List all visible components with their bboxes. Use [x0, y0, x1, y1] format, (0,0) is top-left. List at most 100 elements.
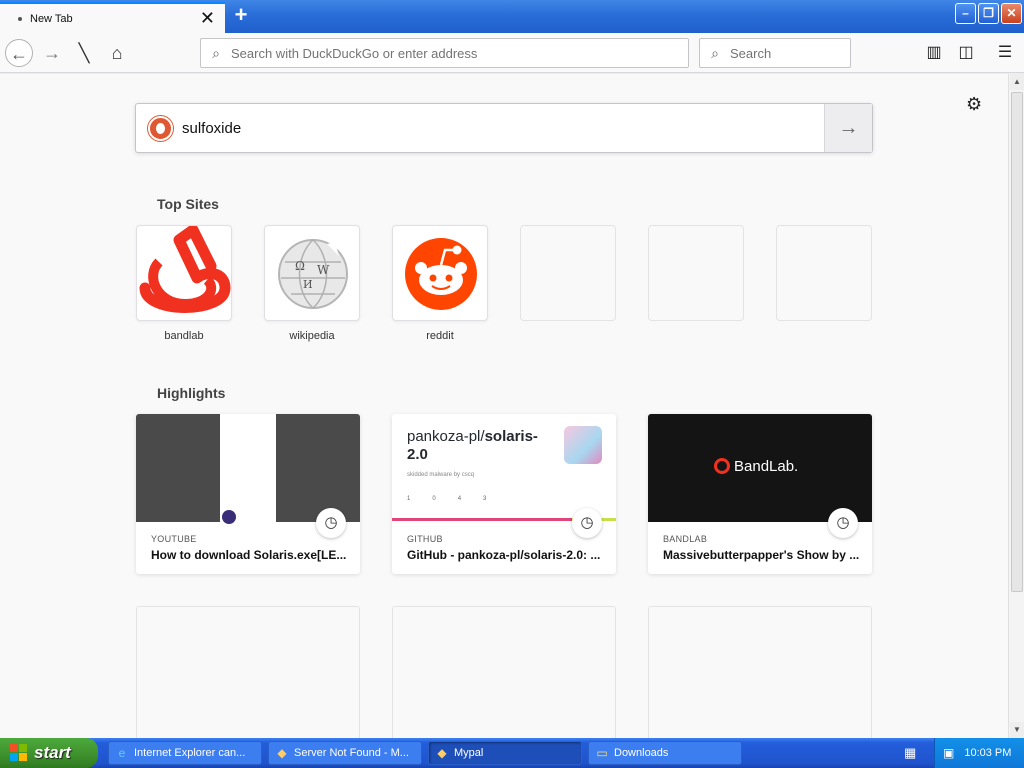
library-icon[interactable]: ▥ — [920, 39, 948, 67]
scroll-down-arrow-icon[interactable]: ▼ — [1010, 722, 1024, 738]
taskbar-item-label: Server Not Found - M... — [294, 747, 409, 759]
scrollbar-thumb[interactable] — [1011, 92, 1023, 592]
duckduckgo-icon — [148, 116, 173, 141]
thumb-repo-version: 2.0 — [407, 446, 428, 463]
menu-icon[interactable]: ☰ — [991, 39, 1019, 67]
thumb-stat: 0 — [432, 496, 436, 502]
stop-button[interactable]: ╲ — [70, 39, 98, 67]
folder-icon: ▭ — [596, 746, 608, 760]
windows-flag-icon — [10, 744, 28, 762]
highlight-source: GITHUB — [407, 534, 443, 544]
highlight-title: How to download Solaris.exe[LE... — [151, 548, 347, 562]
svg-text:W: W — [317, 263, 330, 277]
taskbar-item-internet-explorer[interactable]: e Internet Explorer can... — [108, 741, 262, 765]
taskbar-item-downloads[interactable]: ▭ Downloads — [588, 741, 742, 765]
scroll-up-arrow-icon[interactable]: ▲ — [1010, 74, 1024, 90]
highlights-heading: Highlights — [157, 385, 226, 401]
search-placeholder: Search — [730, 45, 772, 61]
system-tray: ▣ 10:03 PM — [934, 738, 1024, 768]
tab-title: New Tab — [30, 12, 73, 25]
page-search-box[interactable]: sulfoxide → — [135, 103, 873, 153]
thumb-stat: 3 — [483, 496, 487, 502]
taskbar-item-server-not-found[interactable]: ◆ Server Not Found - M... — [268, 741, 422, 765]
sidebar-icon[interactable]: ◫ — [952, 39, 980, 67]
highlight-thumbnail: BandLab. — [648, 414, 872, 522]
minimize-button[interactable]: – — [955, 3, 976, 24]
clock-icon: ◷ — [828, 508, 858, 538]
highlight-card-youtube[interactable]: ◷ YOUTUBE How to download Solaris.exe[LE… — [136, 414, 360, 574]
bandlab-logo-icon — [136, 225, 232, 321]
highlight-empty-slot — [136, 606, 360, 738]
tab-close-icon[interactable]: ✕ — [200, 9, 215, 27]
taskbar-item-mypal[interactable]: ◆ Mypal — [428, 741, 582, 765]
settings-gear-icon[interactable]: ⚙ — [966, 94, 982, 115]
mypal-icon: ◆ — [277, 746, 287, 760]
highlight-source: YOUTUBE — [151, 534, 197, 544]
start-label: start — [34, 743, 71, 762]
thumb-stat: 4 — [457, 496, 462, 502]
network-icon[interactable]: ▣ — [943, 746, 954, 760]
empty-tile — [520, 225, 616, 321]
thumb-repo-desc: skidded malware by cscq — [407, 472, 475, 478]
thumb-repo-name: solaris- — [484, 428, 538, 445]
search-bar[interactable]: ⌕ Search — [699, 38, 851, 68]
top-site-label: bandlab — [164, 330, 204, 342]
highlight-source: BANDLAB — [663, 534, 708, 544]
clock-icon: ◷ — [572, 508, 602, 538]
empty-tile — [648, 225, 744, 321]
taskbar-item-label: Downloads — [614, 747, 669, 759]
top-site-bandlab[interactable]: bandlab — [136, 225, 232, 342]
svg-text:И: И — [303, 278, 313, 291]
thumb-stat: 1 — [407, 496, 411, 502]
new-tab-page: ⚙ sulfoxide → Top Sites bandlab Ω W И wi… — [0, 74, 1008, 738]
top-site-empty-slot[interactable] — [520, 225, 616, 321]
forward-button[interactable]: → — [38, 39, 66, 67]
mypal-icon: ◆ — [437, 746, 447, 760]
top-site-wikipedia[interactable]: Ω W И wikipedia — [264, 225, 360, 342]
top-site-reddit[interactable]: reddit — [392, 225, 488, 342]
taskbar-item-label: Internet Explorer can... — [134, 747, 246, 759]
highlight-empty-slot — [648, 606, 872, 738]
clock-icon: ◷ — [316, 508, 346, 538]
home-button[interactable]: ⌂ — [103, 39, 131, 67]
close-window-button[interactable]: ✕ — [1001, 3, 1022, 24]
internet-explorer-icon: e — [118, 746, 126, 760]
title-bar: New Tab ✕ + – ❐ ✕ — [0, 0, 1024, 33]
highlight-thumbnail — [136, 414, 360, 524]
repo-avatar-icon — [564, 426, 602, 464]
vertical-scrollbar[interactable]: ▲ ▼ — [1008, 74, 1024, 738]
new-tab-button[interactable]: + — [229, 4, 253, 28]
thumb-brand: BandLab. — [734, 458, 799, 475]
back-button[interactable]: ← — [5, 39, 33, 67]
search-icon: ⌕ — [711, 44, 719, 61]
navigation-toolbar: ← → ╲ ⌂ ⌕ Search with DuckDuckGo or ente… — [0, 33, 1024, 73]
top-sites-heading: Top Sites — [157, 196, 219, 212]
start-button[interactable]: start — [0, 738, 98, 768]
highlight-thumbnail: pankoza-pl/solaris- 2.0 skidded malware … — [392, 414, 616, 522]
url-bar[interactable]: ⌕ Search with DuckDuckGo or enter addres… — [200, 38, 689, 68]
bandlab-logo-icon — [714, 458, 730, 474]
keyboard-icon[interactable]: ▦ — [904, 745, 916, 761]
tab-new-tab[interactable]: New Tab ✕ — [0, 2, 225, 33]
highlight-card-bandlab[interactable]: BandLab. ◷ BANDLAB Massivebutterpapper's… — [648, 414, 872, 574]
taskbar-clock[interactable]: 10:03 PM — [964, 747, 1011, 759]
reddit-alien-icon — [392, 225, 488, 321]
search-query-text[interactable]: sulfoxide — [182, 120, 241, 137]
top-site-label: reddit — [426, 330, 454, 342]
thumb-repo-owner: pankoza-pl/ — [407, 428, 485, 445]
top-site-empty-slot[interactable] — [648, 225, 744, 321]
highlight-title: Massivebutterpapper's Show by ... — [663, 548, 860, 562]
top-site-label: wikipedia — [289, 330, 335, 342]
empty-tile — [776, 225, 872, 321]
wikipedia-globe-icon: Ω W И — [264, 225, 360, 321]
taskbar-item-label: Mypal — [454, 747, 484, 759]
highlight-card-github[interactable]: pankoza-pl/solaris- 2.0 skidded malware … — [392, 414, 616, 574]
search-go-button[interactable]: → — [824, 104, 872, 152]
highlight-title: GitHub - pankoza-pl/solaris-2.0: ... — [407, 548, 601, 562]
windows-taskbar: start e Internet Explorer can... ◆ Serve… — [0, 738, 1024, 768]
search-icon: ⌕ — [212, 44, 220, 61]
url-placeholder: Search with DuckDuckGo or enter address — [231, 45, 478, 61]
top-site-empty-slot[interactable] — [776, 225, 872, 321]
tab-favicon-icon — [18, 16, 22, 21]
restore-button[interactable]: ❐ — [978, 3, 999, 24]
